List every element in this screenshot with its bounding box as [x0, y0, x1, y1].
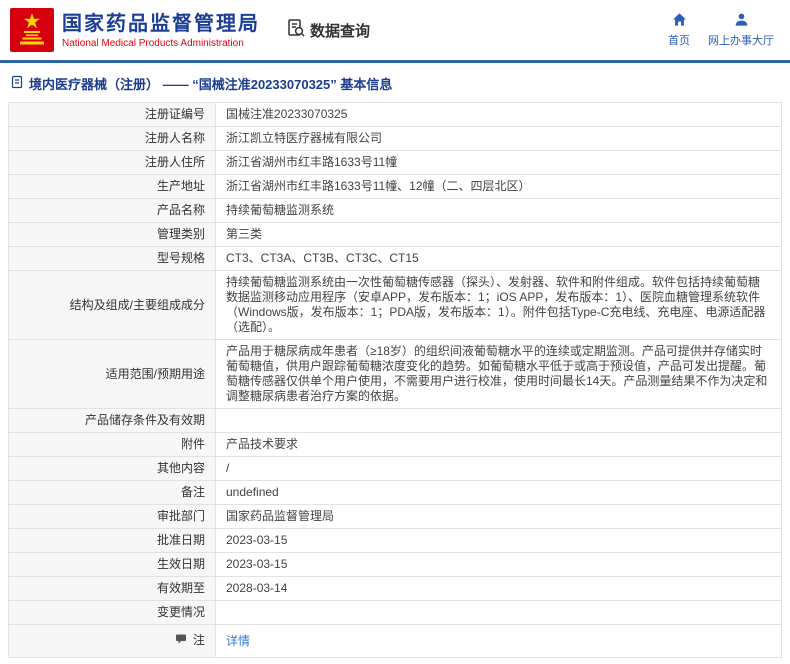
breadcrumb-text: 境内医疗器械（注册） —— “国械注准20233070325” 基本信息 — [29, 77, 393, 92]
table-row: 注册人名称 浙江凯立特医疗器械有限公司 — [8, 126, 782, 151]
row-label: 批准日期 — [8, 528, 216, 553]
table-row: 有效期至 2028-03-14 — [8, 576, 782, 601]
nav-home-label: 首页 — [668, 35, 690, 47]
row-value: 浙江省湖州市红丰路1633号11幢、12幢（二、四层北区） — [215, 174, 782, 199]
row-value: 浙江省湖州市红丰路1633号11幢 — [215, 150, 782, 175]
row-value: 持续葡萄糖监测系统 — [215, 198, 782, 223]
home-icon — [672, 12, 687, 30]
table-row: 注册证编号 国械注准20233070325 — [8, 102, 782, 127]
nav-service-hall-label: 网上办事大厅 — [708, 35, 774, 47]
nav-home[interactable]: 首页 — [668, 12, 690, 48]
row-value: 产品用于糖尿病成年患者（≥18岁）的组织间液葡萄糖水平的连续或定期监测。产品可提… — [215, 339, 782, 409]
note-label-text: 注 — [192, 633, 205, 647]
table-row: 变更情况 — [8, 600, 782, 625]
row-value — [215, 600, 782, 625]
row-value — [215, 408, 782, 433]
data-query-nav[interactable]: 数据查询 — [286, 18, 370, 42]
nmpa-emblem-logo — [10, 8, 54, 52]
row-label: 其他内容 — [8, 456, 216, 481]
table-row: 型号规格 CT3、CT3A、CT3B、CT3C、CT15 — [8, 246, 782, 271]
row-value: / — [215, 456, 782, 481]
agency-title-block: 国家药品监督管理局 National Medical Products Admi… — [62, 12, 260, 49]
row-value: undefined — [215, 480, 782, 505]
row-label: 管理类别 — [8, 222, 216, 247]
table-row: 审批部门 国家药品监督管理局 — [8, 504, 782, 529]
registration-info-table: 注册证编号 国械注准20233070325 注册人名称 浙江凯立特医疗器械有限公… — [8, 102, 782, 658]
site-header: 国家药品监督管理局 National Medical Products Admi… — [0, 0, 790, 60]
agency-subtitle: National Medical Products Administration — [62, 37, 244, 49]
row-label: 产品储存条件及有效期 — [8, 408, 216, 433]
row-value: 国家药品监督管理局 — [215, 504, 782, 529]
row-label: 结构及组成/主要组成成分 — [8, 270, 216, 340]
row-value: 2028-03-14 — [215, 576, 782, 601]
table-row: 生效日期 2023-03-15 — [8, 552, 782, 577]
table-row-note: 注 详情 — [8, 624, 782, 658]
row-value: 2023-03-15 — [215, 552, 782, 577]
row-value: 2023-03-15 — [215, 528, 782, 553]
row-label: 备注 — [8, 480, 216, 505]
row-label: 附件 — [8, 432, 216, 457]
agency-title: 国家药品监督管理局 — [62, 12, 260, 35]
note-icon — [175, 633, 187, 649]
row-label: 有效期至 — [8, 576, 216, 601]
header-nav: 首页 网上办事大厅 — [668, 12, 774, 48]
row-value: 第三类 — [215, 222, 782, 247]
data-query-icon — [286, 18, 306, 42]
table-row: 注册人住所 浙江省湖州市红丰路1633号11幢 — [8, 150, 782, 175]
row-label: 注册人住所 — [8, 150, 216, 175]
breadcrumb: 境内医疗器械（注册） —— “国械注准20233070325” 基本信息 — [0, 63, 790, 102]
data-query-label: 数据查询 — [310, 22, 371, 40]
row-label: 变更情况 — [8, 600, 216, 625]
row-label: 注 — [8, 624, 216, 658]
row-label: 生产地址 — [8, 174, 216, 199]
row-label: 审批部门 — [8, 504, 216, 529]
table-row: 管理类别 第三类 — [8, 222, 782, 247]
table-row: 其他内容 / — [8, 456, 782, 481]
table-row: 批准日期 2023-03-15 — [8, 528, 782, 553]
row-label: 产品名称 — [8, 198, 216, 223]
table-row: 附件 产品技术要求 — [8, 432, 782, 457]
nav-service-hall[interactable]: 网上办事大厅 — [708, 12, 774, 48]
row-value: 详情 — [215, 624, 782, 658]
row-value: 浙江凯立特医疗器械有限公司 — [215, 126, 782, 151]
table-row: 生产地址 浙江省湖州市红丰路1633号11幢、12幢（二、四层北区） — [8, 174, 782, 199]
row-value: 持续葡萄糖监测系统由一次性葡萄糖传感器（探头）、发射器、软件和附件组成。软件包括… — [215, 270, 782, 340]
row-label: 注册人名称 — [8, 126, 216, 151]
row-value: CT3、CT3A、CT3B、CT3C、CT15 — [215, 246, 782, 271]
row-label: 注册证编号 — [8, 102, 216, 127]
row-value: 产品技术要求 — [215, 432, 782, 457]
row-label: 生效日期 — [8, 552, 216, 577]
details-link[interactable]: 详情 — [226, 634, 250, 648]
user-icon — [734, 12, 749, 30]
row-label: 适用范围/预期用途 — [8, 339, 216, 409]
row-value: 国械注准20233070325 — [215, 102, 782, 127]
table-row: 结构及组成/主要组成成分 持续葡萄糖监测系统由一次性葡萄糖传感器（探头）、发射器… — [8, 270, 782, 340]
row-label: 型号规格 — [8, 246, 216, 271]
table-row: 产品名称 持续葡萄糖监测系统 — [8, 198, 782, 223]
table-row: 适用范围/预期用途 产品用于糖尿病成年患者（≥18岁）的组织间液葡萄糖水平的连续… — [8, 339, 782, 409]
table-row: 备注 undefined — [8, 480, 782, 505]
document-icon — [10, 75, 24, 92]
table-row: 产品储存条件及有效期 — [8, 408, 782, 433]
